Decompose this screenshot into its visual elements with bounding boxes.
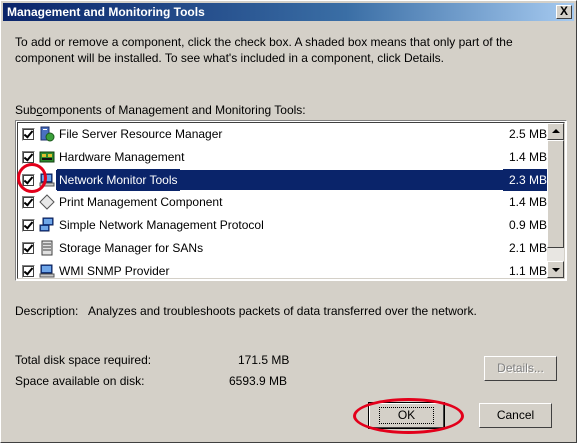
- list-viewport: File Server Resource Manager 2.5 MB Hardwa…: [17, 122, 565, 279]
- component-checkbox[interactable]: [22, 241, 35, 255]
- component-size: 2.1 MB: [508, 240, 547, 255]
- dialog-window: Management and Monitoring Tools X To add…: [0, 0, 577, 443]
- component-checkbox[interactable]: [22, 128, 35, 141]
- list-item[interactable]: WMI SNMP Provider 1.1 MB: [18, 260, 549, 278]
- instructions-text: To add or remove a component, click the …: [15, 35, 513, 65]
- component-name: File Server Resource Manager: [59, 127, 223, 141]
- list-item[interactable]: Hardware Management 1.4 MB: [18, 146, 549, 169]
- highlight-circle-checkbox: [17, 163, 47, 193]
- chip-icon: [39, 149, 55, 165]
- close-button[interactable]: X: [556, 5, 572, 19]
- highlight-circle-ok: [353, 398, 464, 434]
- component-size: 0.9 MB: [508, 218, 547, 233]
- component-size: 1.1 MB: [508, 263, 547, 278]
- subcomponents-list[interactable]: File Server Resource Manager 2.5 MB Hardwa…: [15, 120, 567, 281]
- disk-required-label: Total disk space required:: [15, 353, 152, 367]
- title-bar[interactable]: Management and Monitoring Tools X: [3, 3, 574, 21]
- disk-available-value: 6593.9 MB: [229, 374, 288, 388]
- component-name: Network Monitor Tools: [57, 168, 180, 191]
- label-prefix: Sub: [15, 103, 37, 117]
- component-name: Hardware Management: [59, 149, 185, 164]
- network-icon: [39, 217, 55, 233]
- component-checkbox[interactable]: [22, 196, 35, 210]
- component-size: 2.5 MB: [508, 127, 547, 141]
- subcomponents-label: Subcomponents of Management and Monitori…: [15, 102, 306, 118]
- list-item[interactable]: Storage Manager for SANs 2.1 MB: [18, 237, 549, 260]
- scroll-thumb[interactable]: [547, 140, 564, 248]
- list-item[interactable]: Simple Network Management Protocol 0.9 MB: [18, 214, 549, 237]
- component-checkbox[interactable]: [22, 264, 35, 278]
- disk-available-label: Space available on disk:: [15, 374, 145, 388]
- component-name: Storage Manager for SANs: [59, 240, 204, 255]
- cancel-button[interactable]: Cancel: [479, 403, 552, 428]
- component-size: 2.3 MB: [502, 168, 547, 191]
- list-item[interactable]: File Server Resource Manager 2.5 MB: [18, 123, 549, 146]
- component-name: WMI SNMP Provider: [59, 263, 170, 278]
- component-checkbox[interactable]: [22, 219, 35, 233]
- disk-required-value: 171.5 MB: [238, 353, 290, 367]
- vertical-scrollbar[interactable]: [547, 123, 564, 278]
- scroll-up-button[interactable]: [547, 123, 564, 140]
- scroll-down-button[interactable]: [547, 261, 564, 278]
- list-item[interactable]: Network Monitor Tools 2.3 MB: [18, 168, 549, 192]
- list-item[interactable]: Print Management Component 1.4 MB: [18, 191, 549, 214]
- list-rows: File Server Resource Manager 2.5 MB Hardwa…: [18, 123, 549, 278]
- component-checkbox[interactable]: [22, 150, 35, 164]
- computer-icon: [39, 263, 55, 278]
- diamond-icon: [39, 194, 55, 211]
- component-name: Print Management Component: [59, 195, 223, 210]
- server-icon: [39, 126, 55, 142]
- component-size: 1.4 MB: [508, 149, 547, 164]
- label-suffix: omponents of Management and Monitoring T…: [42, 103, 306, 117]
- description-label: Description:: [15, 304, 79, 318]
- window-title: Management and Monitoring Tools: [7, 5, 205, 19]
- component-size: 1.4 MB: [508, 195, 547, 210]
- component-name: Simple Network Management Protocol: [59, 218, 264, 233]
- description-text: Analyzes and troubleshoots packets of da…: [88, 304, 477, 318]
- storage-icon: [39, 240, 55, 256]
- details-button[interactable]: Details...: [484, 356, 557, 381]
